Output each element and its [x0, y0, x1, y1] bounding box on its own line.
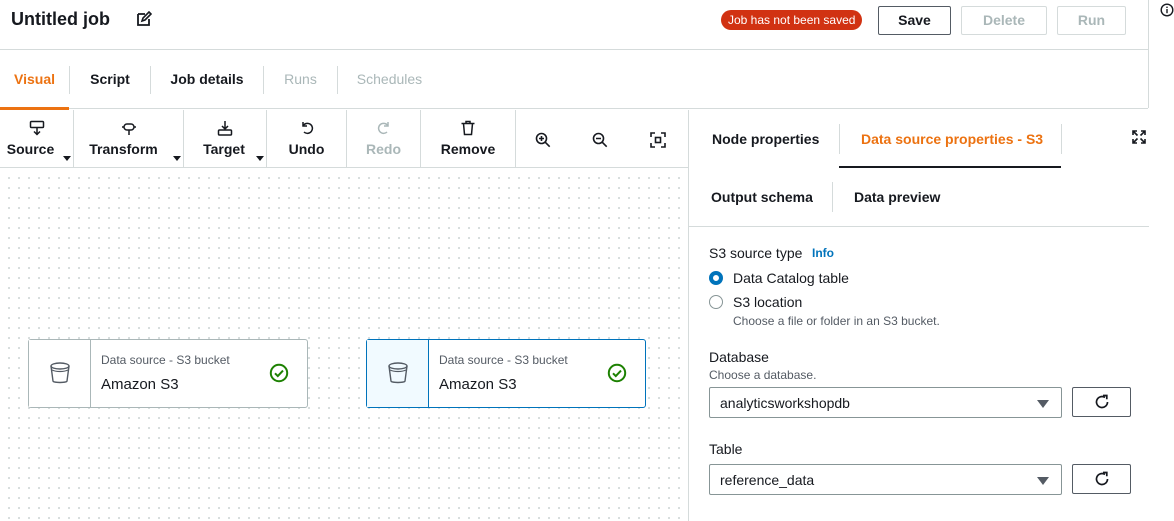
refresh-icon	[1095, 471, 1109, 486]
s3-source-node[interactable]: Data source - S3 bucket Amazon S3	[28, 339, 308, 408]
tab-job-details[interactable]: Job details	[151, 50, 263, 109]
transform-icon	[121, 123, 136, 135]
undo-button[interactable]: Undo	[267, 110, 346, 168]
panel-tab-separator	[1061, 124, 1062, 154]
visual-canvas[interactable]: Data source - S3 bucket Amazon S3 Data s…	[0, 169, 688, 521]
right-divider	[1148, 0, 1149, 108]
transform-button[interactable]: Transform	[74, 110, 183, 168]
s3-location-hint: Choose a file or folder in an S3 bucket.	[733, 314, 940, 328]
node-name: Amazon S3	[439, 376, 517, 393]
tab-script[interactable]: Script	[70, 50, 150, 109]
check-circle-icon	[269, 363, 289, 383]
node-type: Data source - S3 bucket	[101, 353, 230, 367]
radio-data-catalog-table[interactable]	[709, 271, 723, 285]
toolbar-separator	[515, 110, 516, 168]
source-icon	[29, 120, 44, 136]
zoom-out-icon[interactable]	[592, 132, 608, 148]
node-icon-box	[367, 340, 429, 407]
redo-button[interactable]: Redo	[347, 110, 420, 168]
target-label: Target	[203, 141, 245, 157]
chevron-down-icon	[256, 156, 264, 161]
remove-button[interactable]: Remove	[421, 110, 515, 168]
delete-button[interactable]: Delete	[961, 6, 1047, 35]
database-select[interactable]: analyticsworkshopdb	[709, 387, 1062, 418]
save-button[interactable]: Save	[878, 6, 951, 35]
trash-icon	[461, 120, 475, 136]
database-label: Database	[709, 349, 769, 365]
table-label: Table	[709, 441, 743, 457]
database-select-value: analyticsworkshopdb	[720, 395, 850, 411]
panel-tab-separator	[839, 124, 840, 154]
radio-data-catalog-table-label[interactable]: Data Catalog table	[733, 270, 849, 286]
chevron-down-icon	[173, 156, 181, 161]
info-link[interactable]: Info	[812, 246, 834, 260]
refresh-icon	[1095, 394, 1109, 409]
canvas-toolbar: Source Transform Target Undo Redo Remove	[0, 110, 688, 168]
fit-to-screen-icon[interactable]	[650, 132, 666, 148]
undo-label: Undo	[288, 141, 325, 157]
table-select-value: reference_data	[720, 472, 815, 488]
check-circle-icon	[607, 363, 627, 383]
tab-schedules[interactable]: Schedules	[338, 50, 441, 109]
status-badge: Job has not been saved	[721, 10, 863, 30]
job-title: Untitled job	[11, 9, 110, 29]
s3-source-type-label: S3 source type	[709, 245, 803, 261]
active-tab-underline	[839, 166, 1061, 168]
radio-s3-location[interactable]	[709, 295, 723, 309]
run-button[interactable]: Run	[1057, 6, 1126, 35]
refresh-database-button[interactable]	[1072, 387, 1131, 417]
tab-output-schema[interactable]: Output schema	[711, 189, 813, 205]
redo-icon	[377, 122, 389, 135]
job-header: Untitled job Job has not been saved Save…	[0, 0, 1148, 50]
caret-down-icon	[1037, 477, 1049, 485]
table-select[interactable]: reference_data	[709, 464, 1062, 495]
job-tabs: Visual Script Job details Runs Schedules	[0, 50, 1148, 110]
properties-panel: Node properties Data source properties -…	[688, 110, 1149, 521]
panel-divider	[689, 226, 1149, 227]
s3-source-node-selected[interactable]: Data source - S3 bucket Amazon S3	[366, 339, 646, 408]
info-icon[interactable]	[1160, 3, 1174, 17]
transform-label: Transform	[89, 141, 158, 157]
source-button[interactable]: Source	[0, 110, 73, 168]
node-name: Amazon S3	[101, 376, 179, 393]
radio-s3-location-label[interactable]: S3 location	[733, 294, 802, 310]
tab-data-source-properties[interactable]: Data source properties - S3	[861, 131, 1043, 147]
node-type: Data source - S3 bucket	[439, 353, 568, 367]
caret-down-icon	[1037, 400, 1049, 408]
bucket-icon	[50, 362, 70, 384]
refresh-table-button[interactable]	[1072, 464, 1131, 494]
edit-icon[interactable]	[136, 11, 152, 27]
tab-visual[interactable]: Visual	[0, 50, 69, 110]
panel-tab-separator	[832, 182, 833, 212]
tab-runs[interactable]: Runs	[264, 50, 337, 109]
target-button[interactable]: Target	[184, 110, 266, 168]
undo-icon	[301, 122, 313, 135]
tab-node-properties[interactable]: Node properties	[712, 131, 819, 147]
node-icon-box	[29, 340, 91, 407]
source-label: Source	[6, 141, 55, 157]
target-icon	[217, 121, 233, 136]
database-hint: Choose a database.	[709, 368, 817, 382]
bucket-icon	[388, 362, 408, 384]
remove-label: Remove	[440, 141, 496, 157]
expand-icon[interactable]	[1132, 130, 1146, 144]
zoom-in-icon[interactable]	[535, 132, 551, 148]
tab-data-preview[interactable]: Data preview	[854, 189, 940, 205]
redo-label: Redo	[366, 141, 401, 157]
